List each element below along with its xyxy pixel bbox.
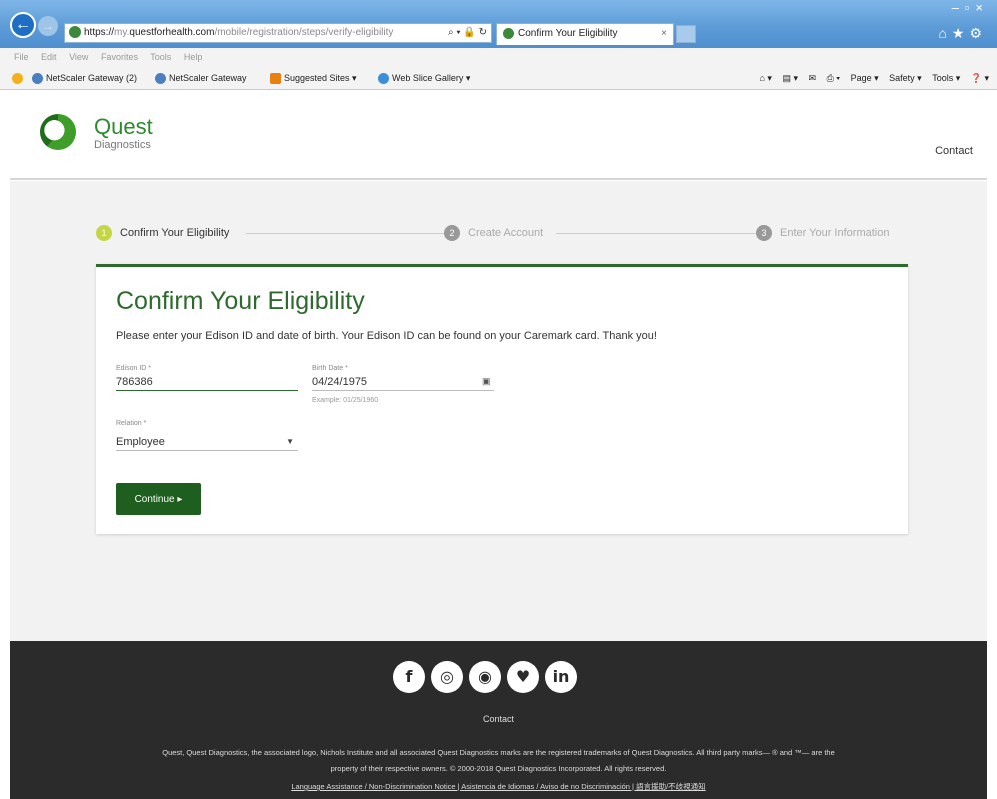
footer-language-links[interactable]: Language Assistance / Non-Discrimination…: [10, 781, 987, 792]
home-star-gear-icons[interactable]: ⌂★⚙: [938, 25, 987, 42]
step-2: 2 Create Account: [444, 223, 543, 243]
continue-button[interactable]: Continue ▸: [116, 483, 201, 515]
registration-stepper: 1 Confirm Your Eligibility 2 Create Accoun…: [96, 223, 908, 243]
menu-file[interactable]: File: [14, 52, 29, 62]
netscaler-icon: [155, 73, 166, 85]
step-connector: [556, 233, 756, 234]
url-sub: my.: [114, 27, 130, 38]
address-bar[interactable]: https://my.questforhealth.com/mobile/reg…: [64, 23, 492, 43]
menu-view[interactable]: View: [69, 52, 88, 62]
page-title: Confirm Your Eligibility: [116, 287, 365, 315]
eligibility-form-card: Confirm Your Eligibility Please enter yo…: [96, 264, 908, 534]
edison-id-input[interactable]: [116, 373, 298, 391]
command-bar: ⌂ ▾ ▤ ▾ ✉ ⎙ ▾ Page ▾ Safety ▾ Tools ▾ ❓ …: [752, 66, 990, 90]
favorites-star-icon[interactable]: [12, 66, 26, 90]
back-button[interactable]: ←: [10, 12, 36, 38]
step-connector: [246, 233, 446, 234]
netscaler-icon: [32, 73, 43, 85]
new-tab-button[interactable]: [676, 25, 696, 43]
dropdown-caret-icon: ▼: [286, 437, 294, 446]
ie-icon: [378, 73, 389, 85]
relation-value: Employee: [116, 436, 165, 448]
twitter-icon[interactable]: ♥: [507, 661, 539, 693]
tools-menu[interactable]: Tools ▾: [932, 73, 960, 83]
legal-line-1: Quest, Quest Diagnostics, the associated…: [162, 748, 835, 757]
social-links: f ◎ ◉ ♥ in: [393, 661, 583, 695]
address-actions[interactable]: ⌕ ▾ 🔒 ↻: [448, 24, 487, 42]
menu-edit[interactable]: Edit: [41, 52, 57, 62]
menu-tools[interactable]: Tools: [150, 52, 171, 62]
edison-id-label: Edison ID *: [116, 365, 152, 372]
home-icon[interactable]: ⌂ ▾: [760, 73, 772, 83]
mail-icon[interactable]: ✉: [809, 73, 817, 83]
rss-icon[interactable]: ◉: [469, 661, 501, 693]
site-header: Quest Diagnostics Contact: [10, 92, 987, 180]
url-prefix: https://: [84, 27, 115, 38]
calendar-icon[interactable]: ▣: [482, 376, 491, 387]
forward-button[interactable]: →: [38, 16, 58, 36]
brand-name: Quest: [94, 114, 153, 139]
linkedin-icon[interactable]: in: [545, 661, 577, 693]
footer-legal-text: Quest, Quest Diagnostics, the associated…: [30, 745, 967, 777]
menu-favorites[interactable]: Favorites: [101, 52, 138, 62]
header-contact-link[interactable]: Contact: [935, 145, 973, 157]
step-1: 1 Confirm Your Eligibility: [96, 223, 229, 243]
tab-confirm-eligibility[interactable]: Confirm Your Eligibility ×: [496, 23, 674, 45]
favorites-bar: NetScaler Gateway (2) NetScaler Gateway …: [0, 66, 997, 90]
tab-favicon: [503, 27, 514, 39]
browser-titlebar: ← → https://my.questforhealth.com/mobile…: [0, 0, 997, 48]
feeds-icon[interactable]: ▤ ▾: [782, 73, 798, 83]
relation-select[interactable]: Employee ▼: [116, 433, 298, 451]
legal-line-2: property of their respective owners. © 2…: [330, 764, 667, 773]
url-domain: questforhealth.com: [129, 27, 215, 38]
birth-date-example: Example: 01/25/1960: [312, 397, 379, 404]
main-content: 1 Confirm Your Eligibility 2 Create Accoun…: [10, 181, 987, 641]
tab-title: Confirm Your Eligibility: [518, 28, 618, 39]
birth-date-input[interactable]: [312, 373, 494, 391]
facebook-icon[interactable]: f: [393, 661, 425, 693]
step-3: 3 Enter Your Information: [756, 223, 889, 243]
suggested-sites-icon: [270, 73, 281, 85]
favorite-web-slice-gallery[interactable]: Web Slice Gallery ▾: [378, 66, 470, 90]
tab-close-icon[interactable]: ×: [661, 24, 667, 44]
relation-label: Relation *: [116, 420, 147, 427]
instagram-icon[interactable]: ◎: [431, 661, 463, 693]
help-icon[interactable]: ❓ ▾: [971, 73, 989, 83]
footer-contact-link[interactable]: Contact: [10, 714, 987, 724]
brand-sub: Diagnostics: [94, 139, 151, 151]
quest-logo-text[interactable]: Quest Diagnostics: [94, 116, 153, 152]
site-footer: f ◎ ◉ ♥ in Contact Quest, Quest Diagnostics,…: [10, 641, 987, 799]
page-menu[interactable]: Page ▾: [851, 73, 879, 83]
window-controls[interactable]: –▫×: [952, 0, 989, 15]
menu-bar: File Edit View Favorites Tools Help: [0, 48, 997, 66]
favorite-netscaler[interactable]: NetScaler Gateway: [155, 66, 247, 90]
birth-date-label: Birth Date *: [312, 365, 348, 372]
url-path: /mobile/registration/steps/verify-eligib…: [214, 27, 394, 38]
site-favicon: [69, 26, 81, 39]
menu-help[interactable]: Help: [184, 52, 203, 62]
quest-logo-icon[interactable]: [40, 114, 76, 150]
favorite-netscaler-2[interactable]: NetScaler Gateway (2): [32, 66, 137, 90]
safety-menu[interactable]: Safety ▾: [889, 73, 922, 83]
form-instructions: Please enter your Edison ID and date of …: [116, 330, 657, 342]
favorite-suggested-sites[interactable]: Suggested Sites ▾: [270, 66, 357, 90]
print-icon[interactable]: ⎙ ▾: [827, 73, 840, 83]
